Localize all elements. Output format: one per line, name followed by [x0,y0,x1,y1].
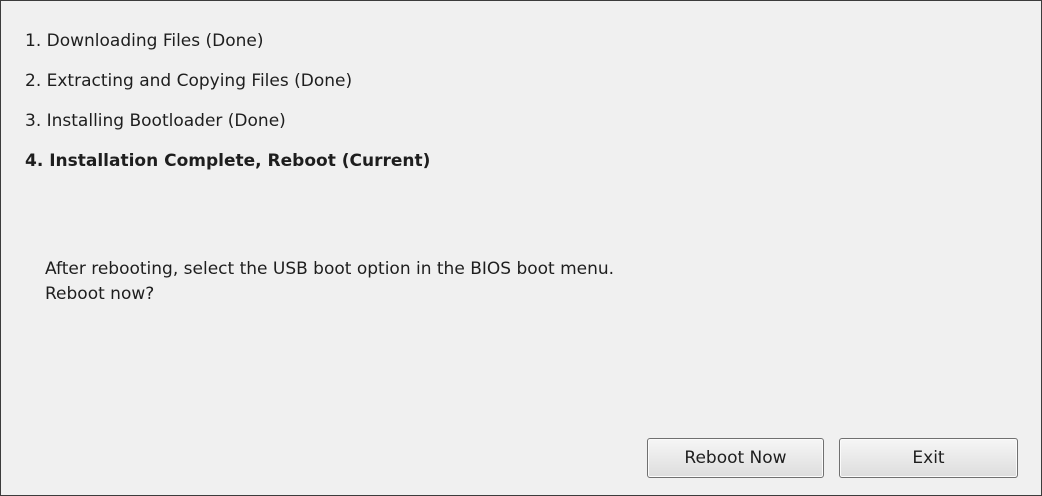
step-installation-complete: 4. Installation Complete, Reboot (Curren… [25,151,431,171]
reboot-now-button[interactable]: Reboot Now [647,438,824,478]
installer-window: 1. Downloading Files (Done) 2. Extractin… [0,0,1042,496]
step-installing-bootloader: 3. Installing Bootloader (Done) [25,111,286,131]
step-downloading-files: 1. Downloading Files (Done) [25,31,264,51]
exit-button[interactable]: Exit [839,438,1018,478]
step-list: 1. Downloading Files (Done) 2. Extractin… [25,31,430,191]
step-extracting-copying: 2. Extracting and Copying Files (Done) [25,71,353,91]
reboot-question-text: Reboot now? [45,284,155,304]
reboot-message: After rebooting, select the USB boot opt… [45,257,614,307]
reboot-instruction-text: After rebooting, select the USB boot opt… [45,259,615,279]
